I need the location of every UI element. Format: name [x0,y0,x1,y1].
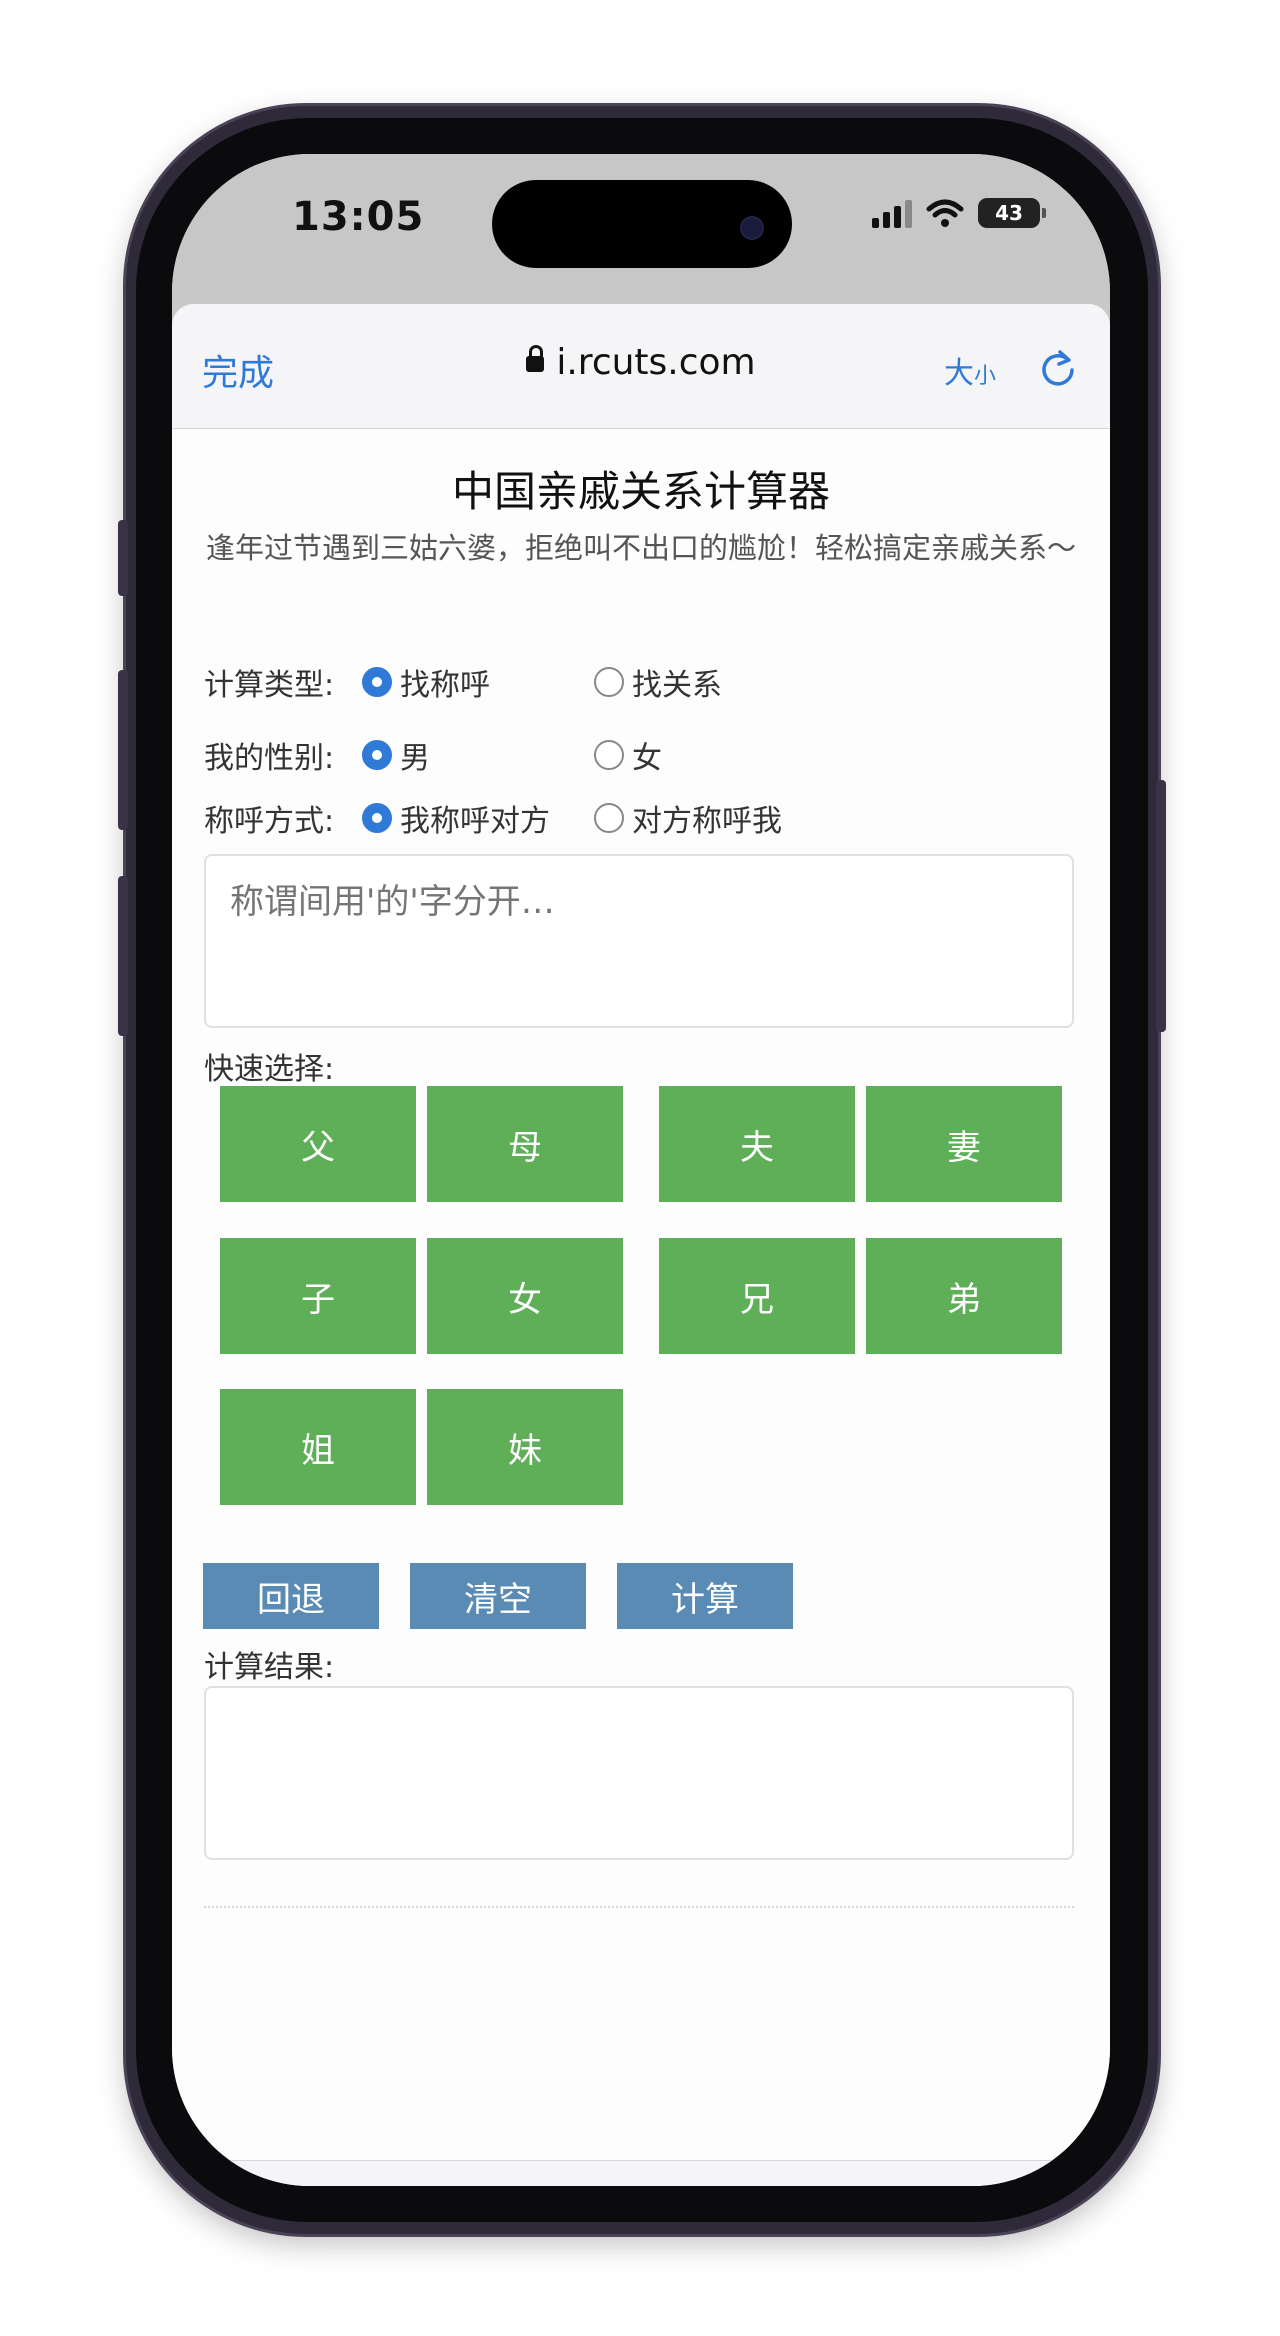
radio-dot [594,667,624,697]
quick-button-elder-sister[interactable]: 姐 [220,1389,416,1505]
phone-screen: 13:05 43 完成 i.rcuts.com 大小 中国亲戚关系计算器 逢年过… [172,154,1110,2186]
radio-dot [362,803,392,833]
quick-button-elder-brother[interactable]: 兄 [659,1238,855,1354]
relation-input[interactable] [204,854,1074,1028]
gender-label: 我的性别: [204,741,335,776]
radio-label: 女 [632,741,662,776]
radio-label: 男 [400,741,430,776]
calc-type-row: 计算类型: 找称呼 找关系 [204,660,1074,703]
browser-nav-bar: 完成 i.rcuts.com 大小 [172,304,1110,429]
text-size-button[interactable]: 大小 [944,348,996,392]
calc-type-label: 计算类型: [204,668,335,703]
radio-label: 对方称呼我 [632,804,782,839]
radio-dot [594,803,624,833]
battery-icon: 43 [978,198,1046,228]
status-icons: 43 [872,198,1046,228]
quick-button-mother[interactable]: 母 [427,1086,623,1202]
reload-icon[interactable] [1038,348,1078,388]
quick-select-label: 快速选择: [204,1052,335,1087]
text-size-big: 大 [944,356,974,391]
silent-switch [118,520,128,596]
quick-button-husband[interactable]: 夫 [659,1086,855,1202]
text-size-small: 小 [974,364,997,389]
power-button [1156,780,1166,1032]
status-bar: 13:05 43 [172,154,1110,304]
front-camera [740,216,764,240]
radio-dot [594,740,624,770]
page-title: 中国亲戚关系计算器 [451,467,830,516]
radio-label: 我称呼对方 [400,804,550,839]
divider [204,1906,1074,1908]
quick-button-younger-sister[interactable]: 妹 [427,1389,623,1505]
radio-they-call-me[interactable]: 对方称呼我 [594,796,782,840]
clear-button[interactable]: 清空 [410,1563,586,1629]
radio-male[interactable]: 男 [362,733,430,777]
gender-row: 我的性别: 男 女 [204,733,1074,776]
page-subtitle: 逢年过节遇到三姑六婆，拒绝叫不出口的尴尬！轻松搞定亲戚关系～ [206,531,1077,565]
volume-down-button [118,876,128,1036]
call-mode-label: 称呼方式: [204,804,335,839]
radio-dot [362,667,392,697]
radio-female[interactable]: 女 [594,733,662,777]
volume-up-button [118,670,128,830]
quick-button-son[interactable]: 子 [220,1238,416,1354]
radio-label: 找称呼 [400,668,490,703]
browser-sheet: 完成 i.rcuts.com 大小 中国亲戚关系计算器 逢年过节遇到三姑六婆，拒… [172,304,1110,2186]
quick-button-wife[interactable]: 妻 [866,1086,1062,1202]
radio-find-title[interactable]: 找称呼 [362,660,490,704]
quick-button-daughter[interactable]: 女 [427,1238,623,1354]
result-box [204,1686,1074,1860]
quick-button-father[interactable]: 父 [220,1086,416,1202]
call-mode-row: 称呼方式: 我称呼对方 对方称呼我 [204,796,1074,839]
cellular-signal-icon [872,198,912,228]
radio-dot [362,740,392,770]
browser-toolbar [172,2160,1110,2186]
quick-button-younger-brother[interactable]: 弟 [866,1238,1062,1354]
wifi-icon [926,199,964,227]
radio-i-call-them[interactable]: 我称呼对方 [362,796,550,840]
lock-icon [526,345,545,372]
result-label: 计算结果: [204,1650,335,1685]
url-text: i.rcuts.com [556,342,756,383]
back-button[interactable]: 回退 [203,1563,379,1629]
radio-label: 找关系 [632,668,722,703]
status-time: 13:05 [292,194,425,240]
calculate-button[interactable]: 计算 [617,1563,793,1629]
radio-find-relation[interactable]: 找关系 [594,660,722,704]
